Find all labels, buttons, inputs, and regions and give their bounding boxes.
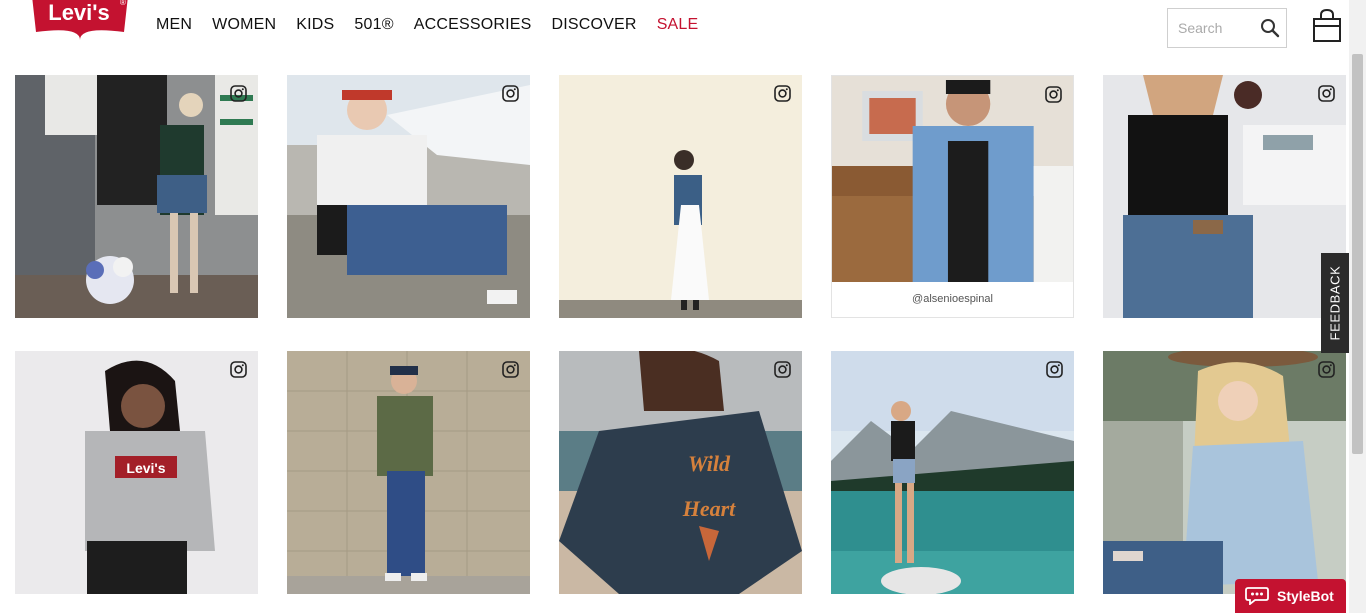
search-icon[interactable]: [1260, 18, 1280, 38]
gallery-photo: Levi's: [15, 351, 258, 594]
gallery-photo: [287, 351, 530, 594]
nav-item-accessories[interactable]: ACCESSORIES: [414, 16, 532, 34]
instagram-icon[interactable]: [502, 85, 519, 102]
feedback-label: FEEDBACK: [1327, 265, 1343, 341]
gallery-photo: Wild Heart: [559, 351, 802, 594]
feedback-tab[interactable]: FEEDBACK: [1321, 253, 1349, 353]
gallery-photo: [15, 75, 258, 318]
gallery-tile[interactable]: [287, 351, 530, 594]
nav-item-501[interactable]: 501®: [354, 16, 393, 34]
page: Levi's ® MEN WOMEN KIDS 501® ACCESSORIES…: [0, 0, 1366, 613]
gallery-tile[interactable]: [287, 75, 530, 318]
svg-text:Heart: Heart: [682, 496, 736, 521]
instagram-icon[interactable]: [1318, 361, 1335, 378]
gallery-photo: [1103, 75, 1346, 318]
stylebot-label: StyleBot: [1277, 588, 1334, 604]
nav-item-men[interactable]: MEN: [156, 16, 192, 34]
nav-item-kids[interactable]: KIDS: [296, 16, 334, 34]
scrollbar-thumb[interactable]: [1352, 54, 1363, 454]
page-scrollbar[interactable]: [1349, 0, 1366, 613]
gallery-tile[interactable]: [559, 75, 802, 318]
gallery-tile[interactable]: [1103, 75, 1346, 318]
search-input[interactable]: [1168, 9, 1256, 47]
gallery-photo: [831, 351, 1074, 594]
instagram-icon[interactable]: [502, 361, 519, 378]
gallery-photo: [832, 76, 1073, 283]
svg-text:®: ®: [120, 0, 126, 7]
instagram-icon[interactable]: [1318, 85, 1335, 102]
gallery-tile[interactable]: Wild Heart: [559, 351, 802, 594]
gallery-photo: [1103, 351, 1346, 594]
nav-item-women[interactable]: WOMEN: [212, 16, 276, 34]
shopping-bag-icon[interactable]: [1311, 8, 1343, 44]
gallery-photo: [559, 75, 802, 318]
tile-caption: @alsenioespinal: [832, 282, 1073, 317]
instagram-icon[interactable]: [1046, 361, 1063, 378]
instagram-icon[interactable]: [1045, 86, 1062, 103]
levis-logo[interactable]: Levi's ®: [30, 0, 130, 40]
gallery-tile[interactable]: [831, 351, 1074, 594]
svg-text:Levi's: Levi's: [48, 0, 110, 25]
nav-item-sale[interactable]: SALE: [657, 16, 699, 34]
stylebot-button[interactable]: StyleBot: [1235, 579, 1346, 613]
nav-item-discover[interactable]: DISCOVER: [552, 16, 637, 34]
gallery-tile[interactable]: [1103, 351, 1346, 594]
gallery-tile[interactable]: Levi's: [15, 351, 258, 594]
gallery-photo: [287, 75, 530, 318]
search-box: [1167, 8, 1287, 48]
instagram-icon[interactable]: [230, 361, 247, 378]
svg-text:Wild: Wild: [688, 451, 731, 476]
gallery-tile[interactable]: @alsenioespinal: [831, 75, 1074, 318]
chat-bubble-icon: [1245, 587, 1269, 606]
instagram-icon[interactable]: [774, 85, 791, 102]
gallery-tile[interactable]: [15, 75, 258, 318]
instagram-icon[interactable]: [774, 361, 791, 378]
svg-text:Levi's: Levi's: [126, 460, 165, 476]
main-navigation: MEN WOMEN KIDS 501® ACCESSORIES DISCOVER…: [156, 16, 718, 34]
instagram-icon[interactable]: [230, 85, 247, 102]
